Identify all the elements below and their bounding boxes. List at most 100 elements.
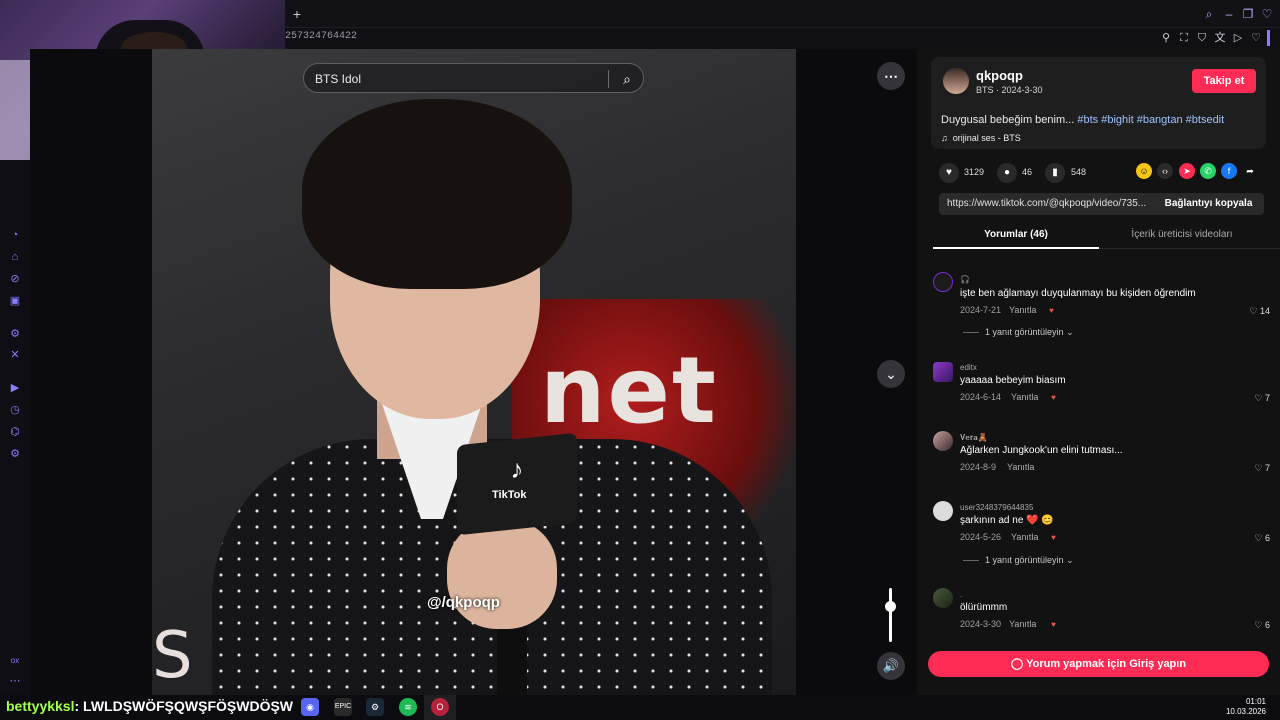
reply-button[interactable]: Yanıtla: [1011, 532, 1038, 542]
divider: [963, 332, 979, 334]
reply-button[interactable]: Yanıtla: [1011, 392, 1038, 402]
copy-link-button[interactable]: Bağlantıyı kopyala: [1153, 193, 1264, 215]
crop-icon[interactable]: ⛶: [1177, 31, 1191, 45]
bookmark-icon[interactable]: ▮: [1045, 163, 1065, 183]
hashtag-link[interactable]: #bighit: [1101, 114, 1133, 126]
comment-like[interactable]: ♡ 6: [1254, 533, 1270, 544]
share-arrow-icon[interactable]: ➦: [1242, 163, 1258, 179]
puzzle-icon[interactable]: ⌬: [8, 425, 22, 439]
video-player[interactable]: net S ♪ TikTok @/qkpoqp: [152, 49, 796, 695]
robot-icon[interactable]: ⌂: [8, 250, 22, 264]
heart-outline-icon: ♡: [1254, 620, 1263, 630]
search-icon[interactable]: ⌕: [1201, 6, 1217, 22]
steam-icon[interactable]: ⚙: [366, 698, 384, 716]
play-icon[interactable]: ▷: [1231, 31, 1245, 45]
comment-username[interactable]: 𝐕𝐞𝐫𝐚🧸: [960, 433, 988, 443]
avatar[interactable]: [933, 501, 953, 521]
heart-outline-icon: ♡: [1249, 306, 1258, 316]
search-bar[interactable]: BTS Idol ⌕: [303, 63, 644, 93]
comment-icon[interactable]: ●: [997, 163, 1017, 183]
search-input[interactable]: BTS Idol: [315, 72, 361, 86]
discord-icon[interactable]: ◉: [301, 698, 319, 716]
avatar[interactable]: [933, 431, 953, 451]
video-info-card: qkpoqp BTS · 2024-3-30 Takip et Duygusal…: [931, 57, 1266, 149]
comment-username[interactable]: user3248379644835: [960, 503, 1033, 512]
chat-message: : LWLDŞWÖFŞQWŞFÖŞWDÖŞW: [74, 698, 294, 714]
comment-username[interactable]: 🎧: [960, 275, 970, 284]
author-meta: BTS · 2024-3-30: [976, 85, 1043, 95]
gear-icon[interactable]: ⚙: [8, 447, 22, 461]
hashtag-link[interactable]: #btsedit: [1186, 114, 1225, 126]
play-circle-icon[interactable]: ▶: [8, 381, 22, 395]
heart-outline-icon[interactable]: ♡: [1259, 6, 1275, 22]
sidebar-toggle-icon[interactable]: [1267, 30, 1270, 46]
tab-creator-videos[interactable]: İçerik üreticisi videoları: [1099, 225, 1265, 249]
address-bar[interactable]: 257324764422: [285, 28, 917, 49]
reply-button[interactable]: Yanıtla: [1009, 619, 1036, 629]
new-tab-button[interactable]: +: [289, 6, 305, 22]
translate-icon[interactable]: 文: [1213, 31, 1227, 45]
minimize-icon[interactable]: –: [1221, 6, 1237, 22]
avatar[interactable]: [933, 272, 953, 292]
comment-like[interactable]: ♡ 7: [1254, 393, 1270, 404]
shield-icon[interactable]: ⛉: [1195, 31, 1209, 45]
avatar[interactable]: [943, 68, 969, 94]
side-toolbar: ◔ ⌂ ⊘ ▣ ⚙ ✕ ▶ ◷ ⌬ ⚙ ox ⋯: [0, 160, 30, 695]
heart-outline-icon: ♡: [1254, 533, 1263, 543]
tab-comments[interactable]: Yorumlar (46): [933, 225, 1099, 249]
reply-button[interactable]: Yanıtla: [1007, 462, 1034, 472]
avatar[interactable]: [933, 588, 953, 608]
avatar[interactable]: [933, 362, 953, 382]
comment-like[interactable]: ♡ 7: [1254, 463, 1270, 474]
compass-icon[interactable]: ◔: [8, 228, 22, 242]
mail-icon[interactable]: ▣: [8, 294, 22, 308]
settings-icon[interactable]: ⚙: [8, 327, 22, 341]
whatsapp-icon[interactable]: ✆: [1200, 163, 1216, 179]
volume-slider-track[interactable]: [889, 588, 892, 642]
music-label: orijinal ses - BTS: [952, 133, 1021, 143]
music-row[interactable]: ♫ orijinal ses - BTS: [941, 133, 1021, 143]
share-link-url[interactable]: https://www.tiktok.com/@qkpoqp/video/735…: [947, 198, 1147, 209]
chevron-down-icon[interactable]: ⌄: [877, 360, 905, 388]
more-icon[interactable]: ⋯: [8, 674, 22, 688]
comment-like-count: 7: [1264, 463, 1270, 473]
comment-count: 46: [1022, 167, 1033, 177]
epic-games-icon[interactable]: EPIC: [334, 698, 352, 716]
volume-icon[interactable]: 🔊: [877, 652, 905, 680]
stream-chat-ticker: bettyykksl: LWLDŞWÖFŞQWŞFÖŞWDÖŞW: [6, 698, 293, 714]
send-icon[interactable]: ➤: [1179, 163, 1195, 179]
clock-date: 10.03.2026: [1225, 707, 1266, 716]
hashtag-link[interactable]: #bangtan: [1137, 114, 1183, 126]
comment-username[interactable]: .: [960, 590, 962, 599]
pin-icon[interactable]: ⚲: [1159, 31, 1173, 45]
heart-icon[interactable]: ♡: [1249, 31, 1263, 45]
search-icon[interactable]: ⌕: [616, 68, 638, 90]
restore-icon[interactable]: ❐: [1240, 6, 1256, 22]
view-replies-button[interactable]: 1 yanıt görüntüleyin ⌄: [963, 327, 1074, 338]
reply-button[interactable]: Yanıtla: [1009, 305, 1036, 315]
view-replies-button[interactable]: 1 yanıt görüntüleyin ⌄: [963, 555, 1074, 566]
x-icon[interactable]: ✕: [8, 348, 22, 362]
facebook-icon[interactable]: f: [1221, 163, 1237, 179]
like-icon[interactable]: ♥: [939, 163, 959, 183]
tag-icon[interactable]: ⊘: [8, 272, 22, 286]
spotify-icon[interactable]: ≋: [399, 698, 417, 716]
clock-time: 01:01: [1245, 697, 1266, 706]
clock-icon[interactable]: ◷: [8, 403, 22, 417]
comment-like-count: 7: [1264, 393, 1270, 403]
system-clock[interactable]: 01:01 10.03.2026: [1226, 697, 1266, 717]
follow-button[interactable]: Takip et: [1192, 69, 1256, 93]
author-name[interactable]: qkpoqp: [976, 68, 1023, 83]
comment-like[interactable]: ♡ 14: [1249, 306, 1270, 317]
login-to-comment-button[interactable]: ◯ Yorum yapmak için Giriş yapın: [928, 651, 1269, 677]
volume-slider-knob[interactable]: [885, 601, 896, 612]
embed-icon[interactable]: ‹›: [1157, 163, 1173, 179]
repost-icon[interactable]: ☺: [1136, 163, 1152, 179]
badge-icon: ox: [10, 656, 20, 665]
comment-username[interactable]: editx: [960, 363, 977, 372]
hashtag-link[interactable]: #bts: [1077, 114, 1098, 126]
comment-date: 2024-7-21: [960, 305, 1002, 315]
comment-like[interactable]: ♡ 6: [1254, 620, 1270, 631]
more-options-icon[interactable]: ⋯: [877, 62, 905, 90]
tiktok-logo-icon: ♪: [510, 454, 524, 484]
